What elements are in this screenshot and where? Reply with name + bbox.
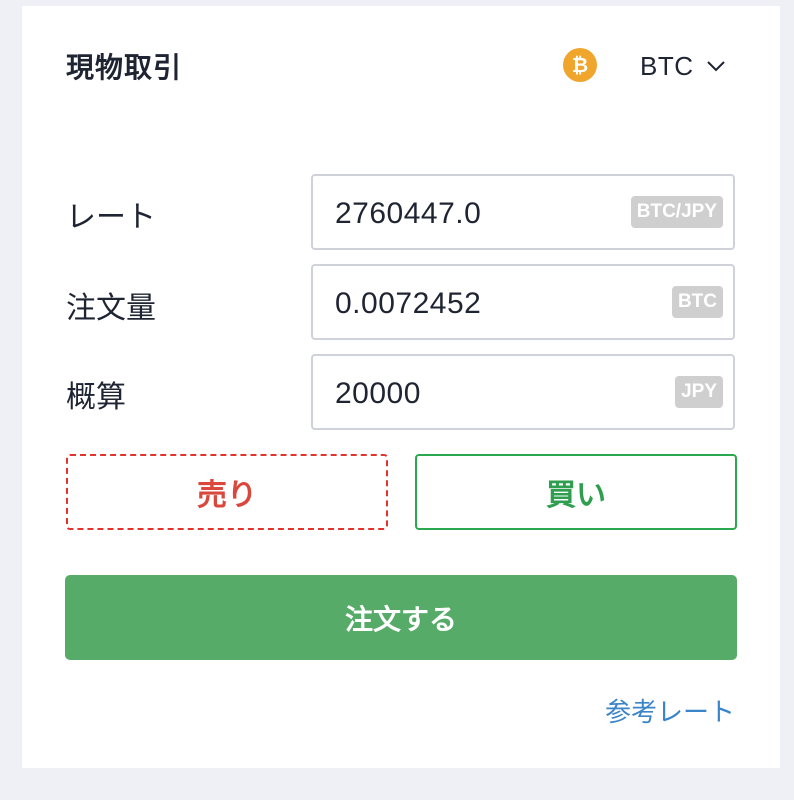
page-title: 現物取引 xyxy=(66,51,183,84)
sell-button[interactable]: 売り xyxy=(66,454,388,530)
estimate-unit-badge: JPY xyxy=(675,376,723,408)
bitcoin-icon: ₿ xyxy=(563,48,597,82)
rate-unit-badge: BTC/JPY xyxy=(630,196,723,228)
amount-field[interactable]: 0.0072452 BTC xyxy=(311,264,735,340)
rate-field[interactable]: 2760447.0 BTC/JPY xyxy=(311,174,735,250)
reference-rate-link[interactable]: 参考レート xyxy=(605,692,735,729)
chevron-down-icon xyxy=(706,56,726,76)
amount-label: 注文量 xyxy=(66,291,156,326)
place-order-button[interactable]: 注文する xyxy=(65,575,737,660)
estimate-field[interactable]: 20000 JPY xyxy=(311,354,735,430)
buy-button[interactable]: 買い xyxy=(415,454,737,530)
amount-unit-badge: BTC xyxy=(671,286,723,318)
currency-select-label: BTC xyxy=(640,50,694,81)
currency-select[interactable]: BTC xyxy=(640,46,726,86)
rate-value: 2760447.0 xyxy=(335,197,482,230)
amount-value: 0.0072452 xyxy=(335,287,482,320)
estimate-value: 20000 xyxy=(335,377,421,410)
rate-label: レート xyxy=(66,200,156,235)
estimate-label: 概算 xyxy=(66,380,126,415)
spot-trade-panel: 現物取引 ₿ BTC レート 2760447.0 BTC/JPY 注文量 0.0… xyxy=(22,6,780,768)
